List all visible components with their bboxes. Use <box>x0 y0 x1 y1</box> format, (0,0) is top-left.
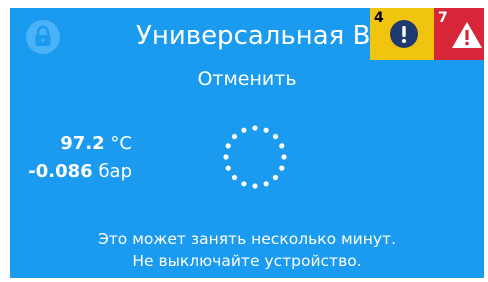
status-message: Это может занять несколько минут. Не вык… <box>10 228 484 272</box>
pressure-value: -0.086 <box>28 161 93 182</box>
spinner-dot <box>241 127 247 133</box>
spinner-dot <box>231 133 238 140</box>
exclamation-circle-icon <box>390 20 418 48</box>
spinner-dot <box>225 165 231 171</box>
spinner-dot <box>281 154 287 160</box>
info-notification-badge[interactable]: 4 <box>370 8 434 60</box>
spinner-dot <box>272 133 279 140</box>
spinner-dot <box>279 143 285 149</box>
pressure-unit: бар <box>98 161 132 182</box>
temperature-unit: °C <box>110 133 132 154</box>
temperature-value: 97.2 <box>60 133 105 154</box>
alert-notification-badge[interactable]: 7 <box>434 8 484 60</box>
spinner-dot <box>225 143 231 149</box>
warning-triangle-icon <box>452 22 482 48</box>
spinner-dot <box>241 181 247 187</box>
spinner-dot <box>252 183 258 189</box>
temperature-reading: 97.2 °C <box>28 130 132 158</box>
alert-count: 7 <box>438 10 448 26</box>
status-line-1: Это может занять несколько минут. <box>97 230 397 248</box>
spinner-dot <box>279 165 285 171</box>
status-line-2: Не выключайте устройство. <box>132 252 362 270</box>
pressure-reading: -0.086 бар <box>28 158 132 186</box>
spinner-dot <box>231 174 238 181</box>
spinner-dot <box>223 154 229 160</box>
spinner-dot <box>272 174 279 181</box>
page-title: Универсальная В <box>136 21 371 51</box>
device-screen: Универсальная В 4 7 Отменить 97.2 °C -0.… <box>10 8 484 278</box>
readings-panel: 97.2 °C -0.086 бар <box>28 130 132 186</box>
cancel-button[interactable]: Отменить <box>10 66 484 92</box>
lock-icon[interactable] <box>26 20 60 54</box>
info-count: 4 <box>374 10 384 26</box>
loading-spinner-icon <box>223 125 287 189</box>
spinner-dot <box>263 181 269 187</box>
spinner-dot <box>263 127 269 133</box>
spinner-dot <box>252 125 258 131</box>
